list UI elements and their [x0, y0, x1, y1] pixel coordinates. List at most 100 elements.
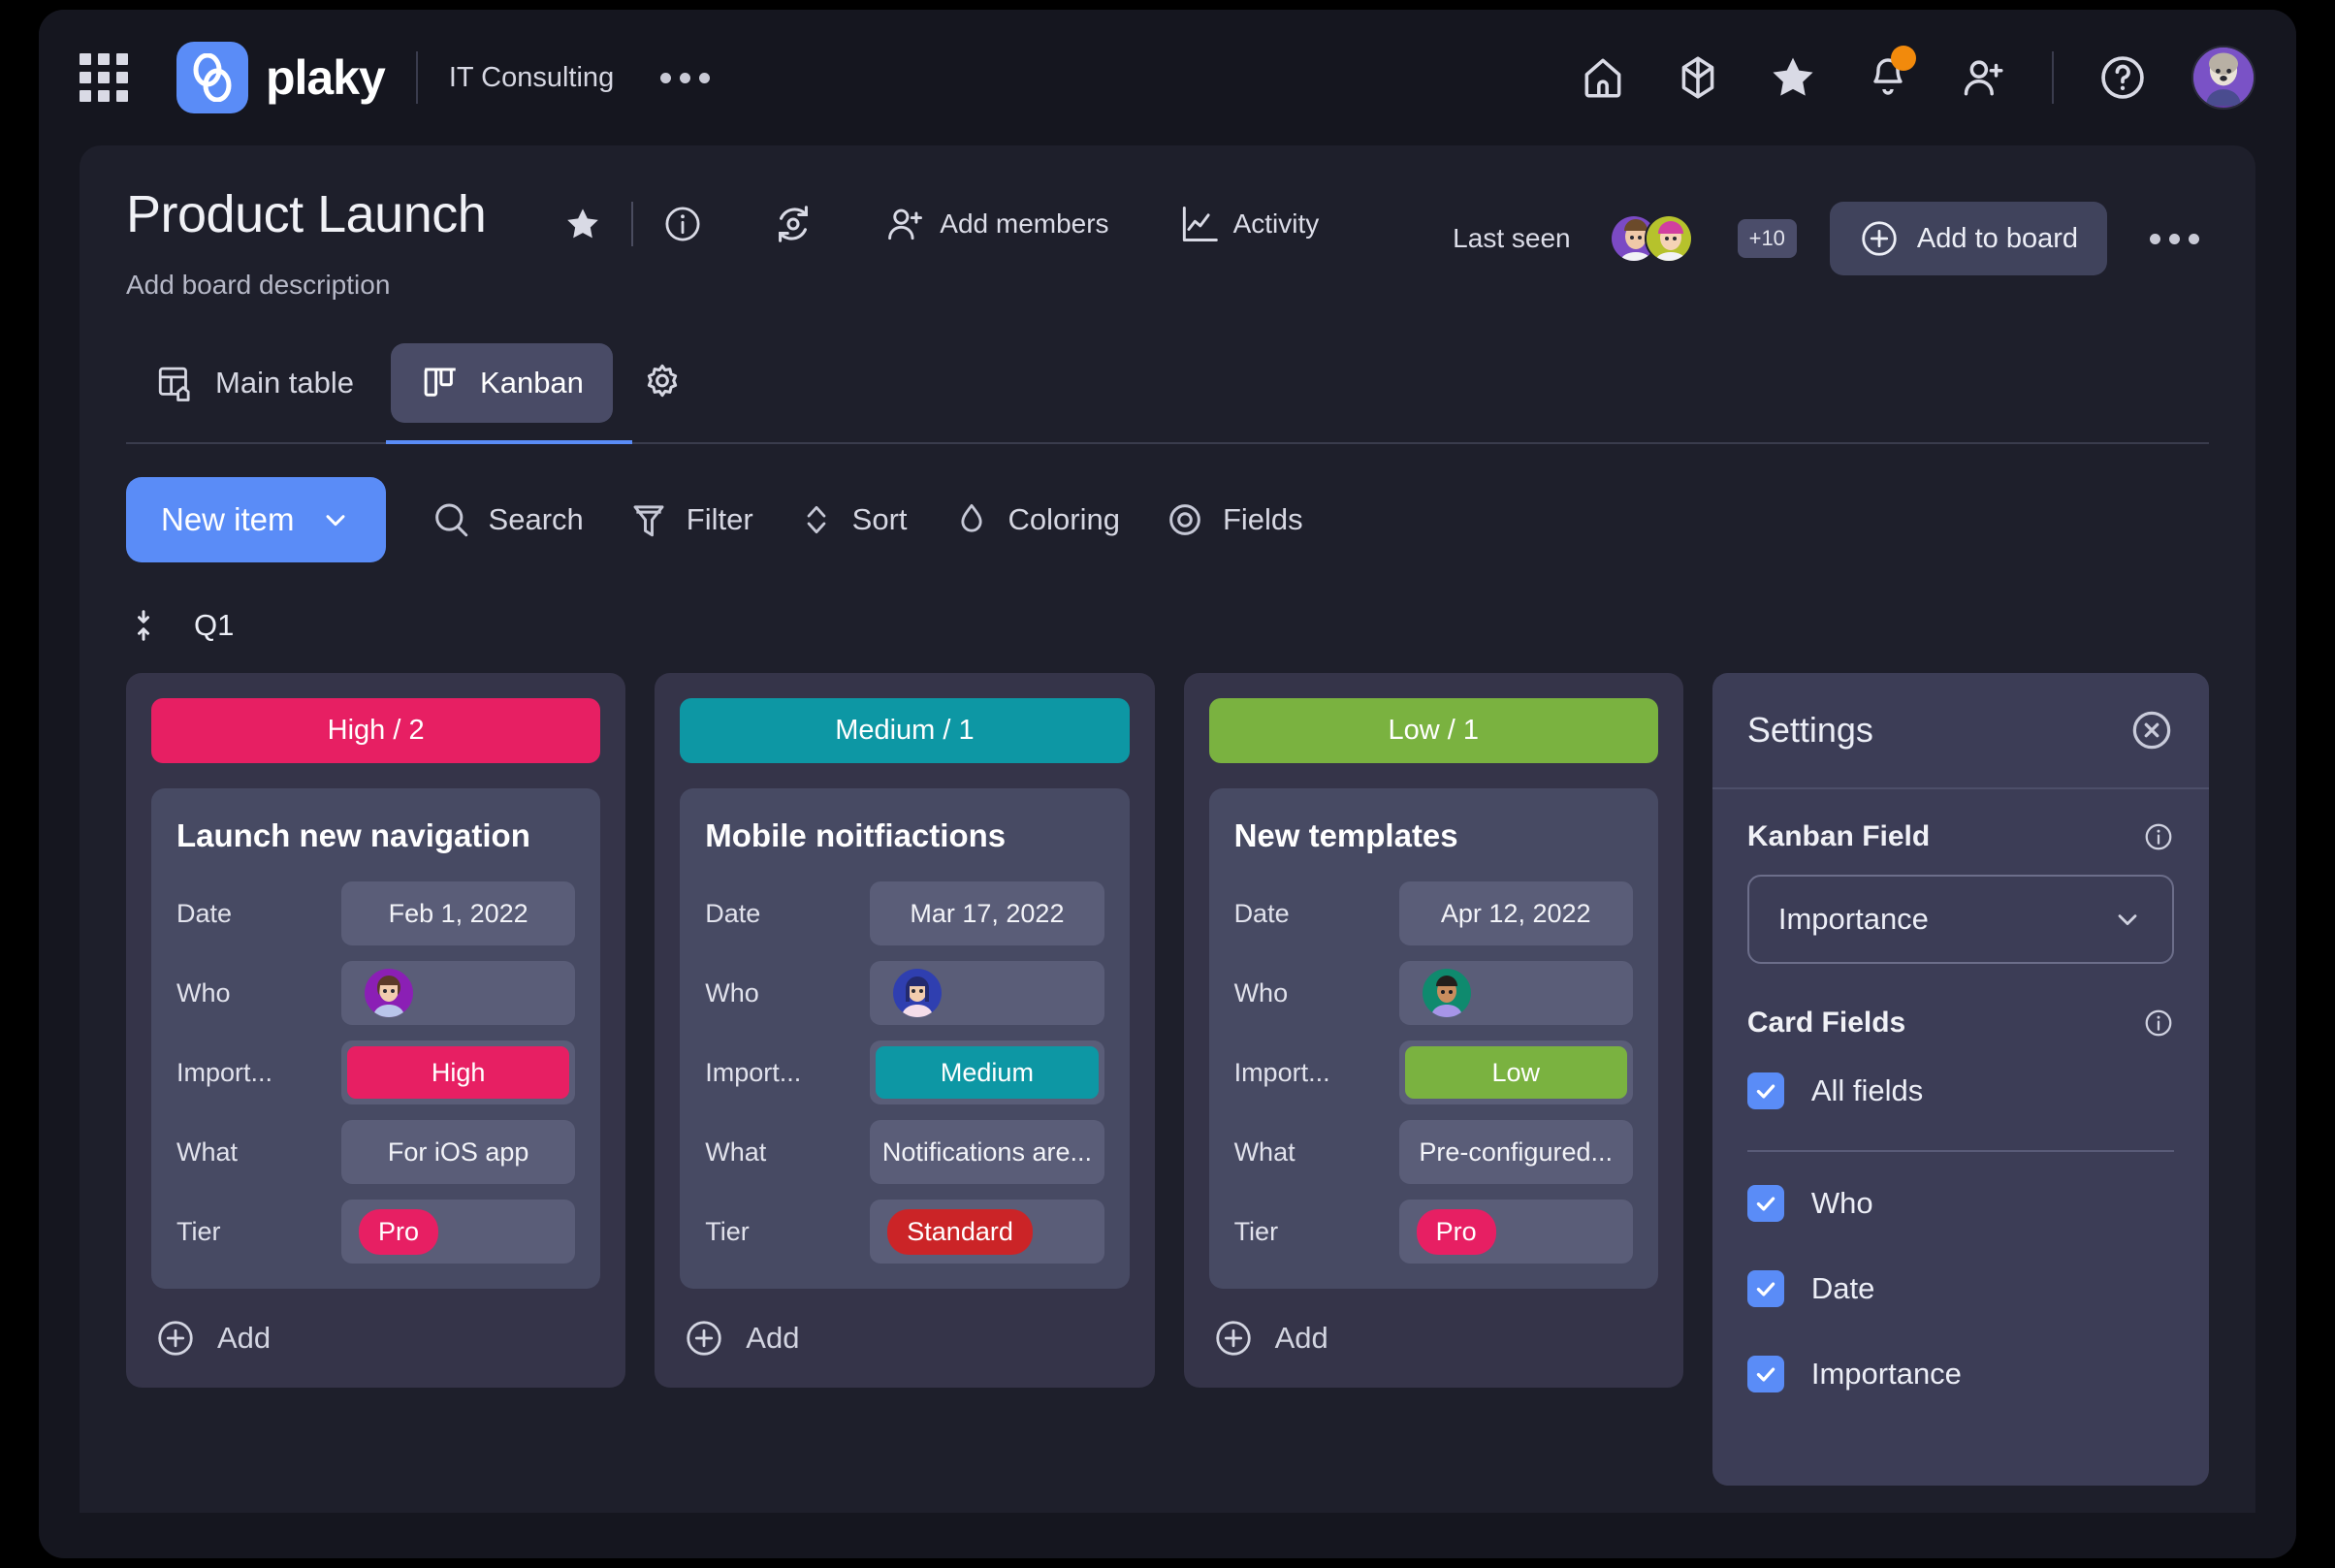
field-value-tier[interactable]: Pro	[1398, 1200, 1633, 1264]
search-button[interactable]: Search	[431, 499, 584, 540]
grid-apps-icon[interactable]	[80, 53, 128, 102]
favorite-star-icon[interactable]	[550, 205, 616, 243]
topbar-separator	[2052, 51, 2054, 104]
add-item-button[interactable]: Add	[151, 1289, 600, 1388]
board-header-tools: Add members Activity	[550, 202, 1332, 246]
add-item-button[interactable]: Add	[680, 1289, 1129, 1388]
field-importance-label: Importance	[1810, 1357, 1962, 1391]
column-header[interactable]: Medium / 1	[680, 698, 1130, 763]
add-to-board-label: Add to board	[1916, 222, 2078, 254]
add-to-board-button[interactable]: Add to board	[1829, 202, 2107, 275]
card-field-row: Import... High	[176, 1040, 576, 1104]
checkbox-checked-icon	[1746, 1072, 1784, 1109]
kanban-field-section: Kanban Field	[1747, 820, 2174, 853]
fields-button[interactable]: Fields	[1165, 499, 1303, 540]
plaky-logo-text: plaky	[266, 50, 386, 105]
field-value-date[interactable]: Mar 17, 2022	[870, 881, 1104, 945]
field-value-tier[interactable]: Pro	[341, 1200, 576, 1264]
add-item-button[interactable]: Add	[1209, 1289, 1658, 1388]
field-value-who[interactable]	[1398, 961, 1633, 1025]
field-key: What	[1233, 1136, 1295, 1167]
kanban-card[interactable]: Launch new navigation Date Feb 1, 2022 W…	[151, 788, 601, 1289]
field-value-what[interactable]: For iOS app	[341, 1120, 576, 1184]
checkbox-field-importance[interactable]: Importance	[1746, 1356, 2174, 1392]
tab-kanban[interactable]: Kanban	[391, 343, 613, 423]
board-description[interactable]: Add board description	[126, 270, 486, 301]
refresh-icon[interactable]	[757, 202, 829, 246]
workspace-ellipsis-icon[interactable]	[660, 72, 711, 83]
checkbox-checked-icon	[1746, 1270, 1784, 1307]
kanban-field-value: Importance	[1777, 902, 1929, 936]
column-header[interactable]: Low / 1	[1208, 698, 1658, 763]
last-seen-avatars[interactable]	[1609, 214, 1693, 263]
kanban-card[interactable]: New templates Date Apr 12, 2022 Who Impo…	[1208, 788, 1658, 1289]
notification-badge	[1891, 46, 1916, 71]
settings-header: Settings	[1711, 673, 2209, 789]
home-icon[interactable]	[1577, 51, 1629, 104]
add-person-icon[interactable]	[1957, 51, 2009, 104]
column-header[interactable]: High / 2	[151, 698, 601, 763]
field-value-date[interactable]: Feb 1, 2022	[341, 881, 576, 945]
board-ellipsis-icon[interactable]	[2140, 224, 2209, 254]
avatar	[1644, 214, 1693, 263]
page-title: Product Launch	[126, 185, 487, 243]
search-icon	[431, 499, 471, 540]
field-key: Tier	[705, 1216, 750, 1246]
info-icon[interactable]	[2143, 1008, 2174, 1039]
new-item-button[interactable]: New item	[126, 477, 386, 562]
coloring-button[interactable]: Coloring	[952, 499, 1120, 540]
field-value-date[interactable]: Apr 12, 2022	[1398, 881, 1633, 945]
user-avatar[interactable]	[2191, 46, 2255, 110]
topbar-divider	[415, 51, 418, 104]
kanban-field-select[interactable]: Importance	[1746, 875, 2174, 964]
field-value-what[interactable]: Pre-configured...	[1398, 1120, 1633, 1184]
plaky-logo[interactable]: plaky	[176, 42, 386, 113]
bell-icon[interactable]	[1862, 46, 1916, 104]
field-value-what[interactable]: Notifications are...	[870, 1120, 1104, 1184]
cube-icon[interactable]	[1672, 51, 1724, 104]
filter-button[interactable]: Filter	[628, 499, 753, 540]
importance-chip: Low	[1404, 1046, 1627, 1099]
coloring-label: Coloring	[1008, 502, 1120, 536]
checkbox-checked-icon	[1746, 1356, 1784, 1392]
avatar-overflow-badge[interactable]: +10	[1737, 219, 1797, 258]
info-icon[interactable]	[2143, 821, 2174, 852]
chevron-down-icon	[320, 504, 351, 535]
help-icon[interactable]	[2096, 51, 2149, 104]
search-label: Search	[488, 502, 584, 536]
settings-divider	[1746, 1150, 2174, 1152]
field-value-who[interactable]	[341, 961, 576, 1025]
card-field-row: Date Feb 1, 2022	[176, 881, 576, 945]
tier-pill: Standard	[887, 1208, 1033, 1255]
tab-main-table[interactable]: Main table	[126, 343, 383, 423]
star-icon[interactable]	[1767, 51, 1819, 104]
sort-icon	[798, 499, 835, 540]
header-divider	[631, 202, 634, 246]
checkbox-field-date[interactable]: Date	[1746, 1270, 2174, 1307]
kanban-card[interactable]: Mobile noitfiactions Date Mar 17, 2022 W…	[680, 788, 1130, 1289]
chevron-down-icon	[2112, 904, 2143, 935]
field-value-tier[interactable]: Standard	[870, 1200, 1104, 1264]
collapse-vertical-icon[interactable]	[126, 605, 161, 646]
field-value-who[interactable]	[870, 961, 1104, 1025]
info-icon[interactable]	[649, 204, 717, 244]
checkbox-checked-icon	[1746, 1185, 1784, 1222]
checkbox-all-fields[interactable]: All fields	[1746, 1072, 2174, 1109]
field-value-importance[interactable]: Medium	[870, 1040, 1104, 1104]
field-value-importance[interactable]: Low	[1398, 1040, 1633, 1104]
card-field-row: Tier Pro	[176, 1200, 576, 1264]
sort-button[interactable]: Sort	[798, 499, 908, 540]
add-item-label: Add	[746, 1321, 800, 1355]
add-members-button[interactable]: Add members	[870, 203, 1122, 245]
view-settings-gear-icon[interactable]	[621, 345, 704, 421]
topbar-actions	[1577, 46, 2255, 110]
field-value-importance[interactable]: High	[341, 1040, 576, 1104]
kanban-column: Low / 1 New templates Date Apr 12, 2022 …	[1183, 673, 1683, 1388]
group-name[interactable]: Q1	[194, 608, 234, 643]
workspace-name[interactable]: IT Consulting	[449, 62, 614, 94]
checkbox-field-who[interactable]: Who	[1746, 1185, 2174, 1222]
field-key: Who	[1233, 977, 1289, 1008]
add-item-label: Add	[217, 1321, 272, 1355]
activity-button[interactable]: Activity	[1164, 203, 1333, 245]
close-circle-icon[interactable]	[2129, 708, 2174, 752]
